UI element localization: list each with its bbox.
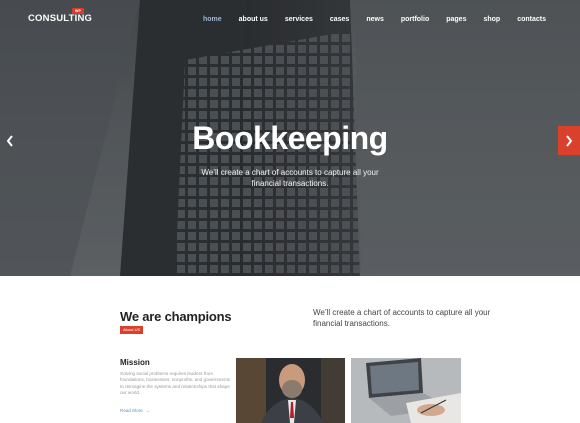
mission-text: Solving social problems requires leaders… — [120, 371, 231, 396]
read-more-label: Read More — [120, 408, 143, 413]
nav-item-about-us[interactable]: about us — [239, 16, 268, 23]
team-photo-businessman — [236, 358, 345, 423]
arrow-right-icon: → — [144, 408, 150, 413]
nav-item-shop[interactable]: shop — [483, 16, 500, 23]
read-more-link[interactable]: Read More → — [120, 408, 150, 413]
logo-badge: WP — [72, 8, 85, 14]
nav-item-services[interactable]: services — [285, 16, 313, 23]
main-nav: home about us services cases news portfo… — [186, 16, 546, 23]
hero-slider: CONSULTING WP home about us services cas… — [0, 0, 580, 276]
nav-item-contacts[interactable]: contacts — [517, 16, 546, 23]
nav-item-news[interactable]: news — [366, 16, 384, 23]
logo-text: CONSULTING — [28, 13, 93, 24]
site-logo[interactable]: CONSULTING WP — [28, 8, 93, 24]
section-intro-text: We’ll create a chart of accounts to capt… — [313, 308, 491, 328]
hero-subtitle: We’ll create a chart of accounts to capt… — [201, 168, 379, 188]
about-us-badge[interactable]: About US — [120, 326, 144, 334]
section-title: We are champions — [120, 309, 232, 324]
nav-item-home[interactable]: home — [203, 16, 222, 23]
mission-title: Mission — [120, 358, 150, 367]
nav-item-pages[interactable]: pages — [446, 16, 466, 23]
team-photo-laptop — [351, 358, 461, 423]
nav-item-portfolio[interactable]: portfolio — [401, 16, 429, 23]
hero-title: Bookkeeping — [192, 120, 388, 156]
nav-item-cases[interactable]: cases — [330, 16, 349, 23]
